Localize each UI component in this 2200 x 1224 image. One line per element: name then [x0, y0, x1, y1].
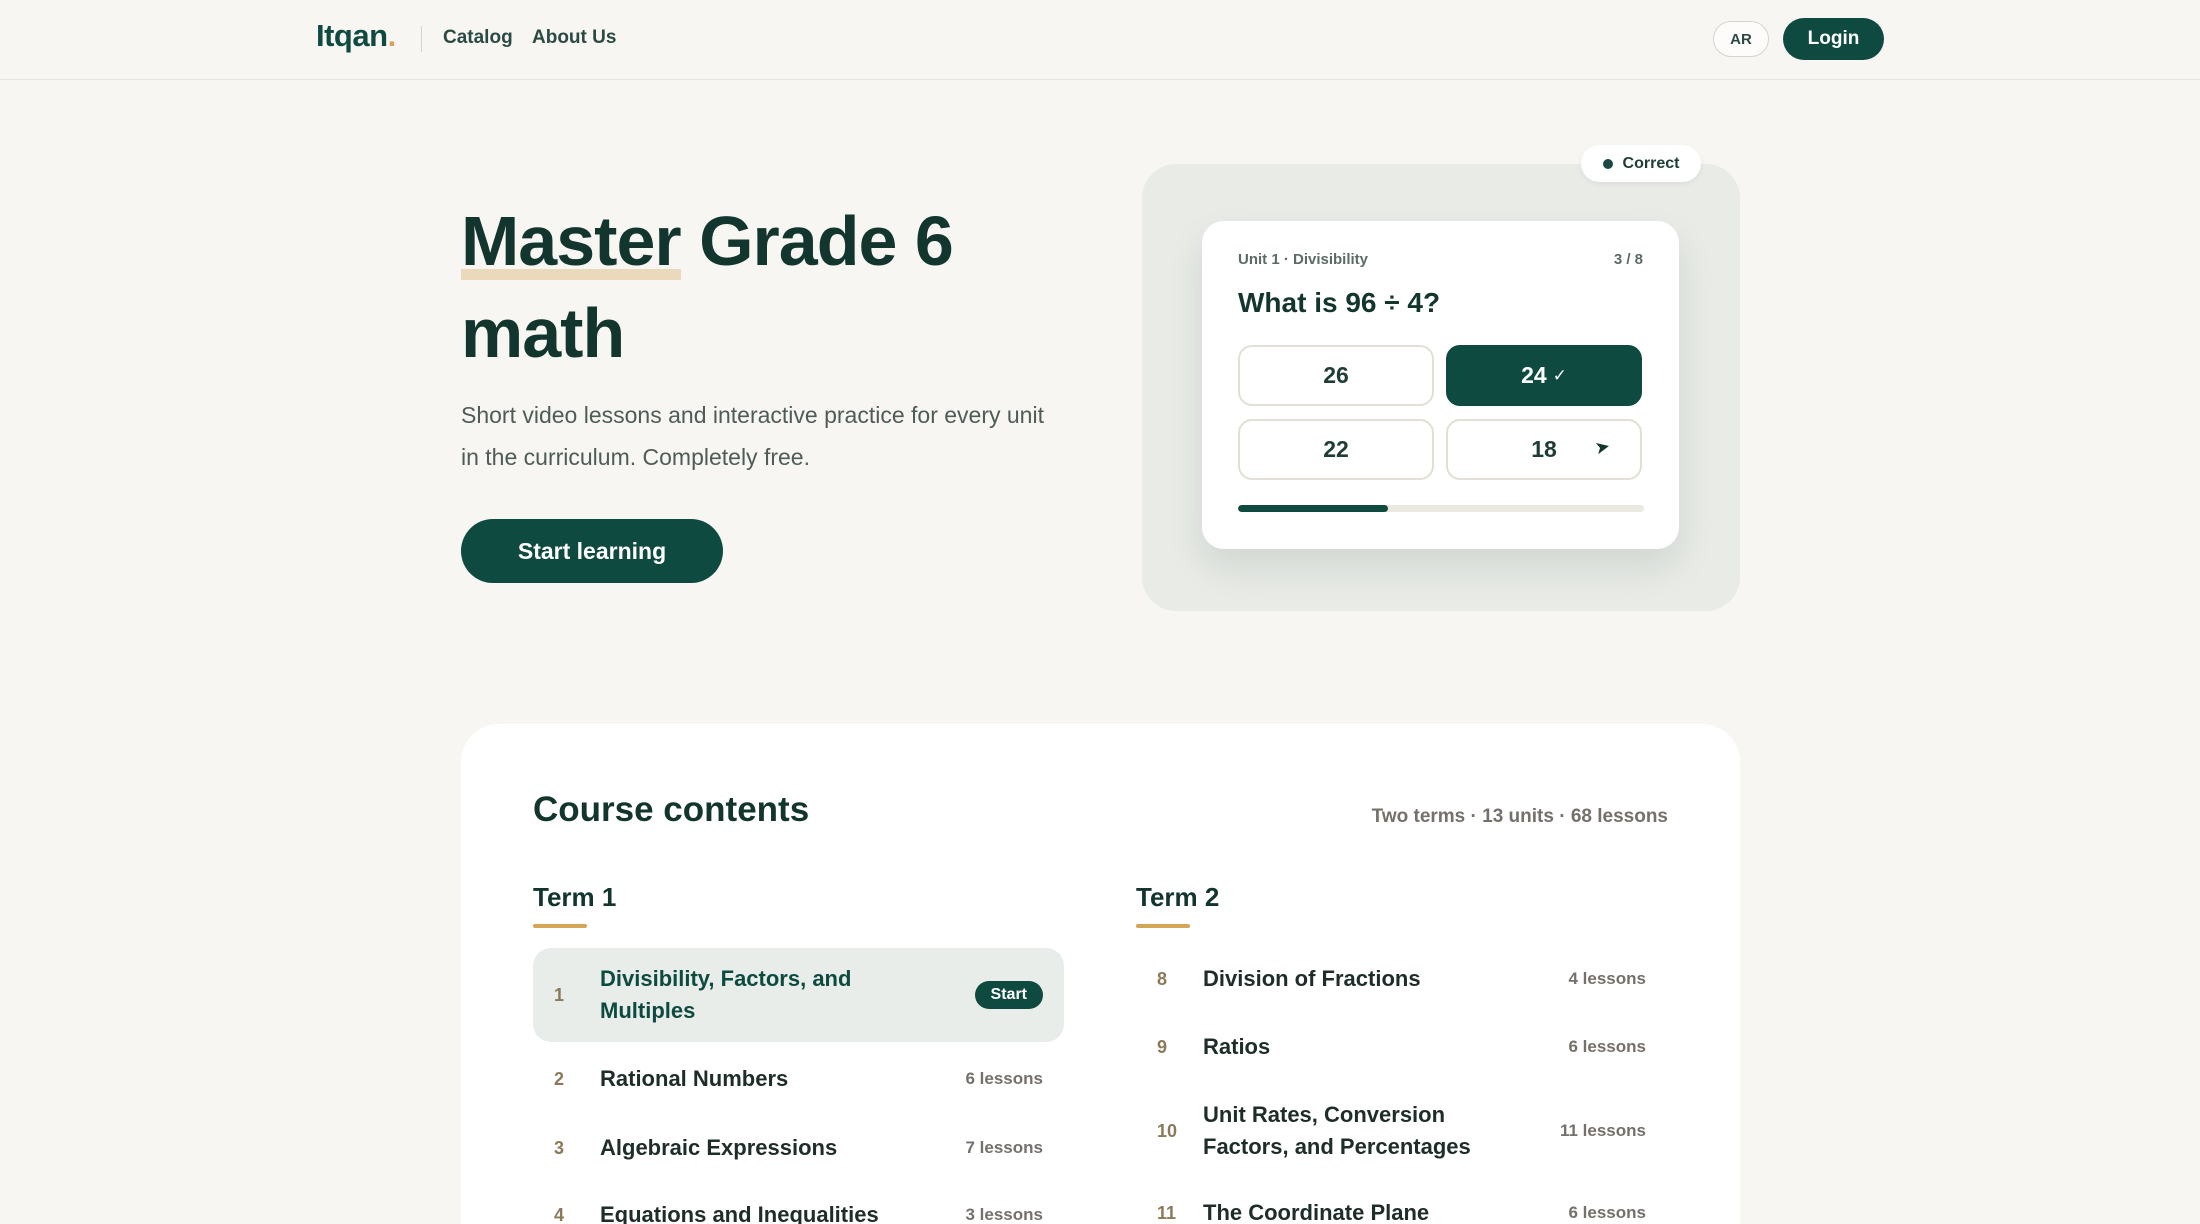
unit-lesson-count: 11 lessons [1559, 1121, 1646, 1140]
quiz-progress-fill [1238, 505, 1389, 512]
nav-about-link[interactable]: About Us [532, 27, 616, 49]
start-learning-button[interactable]: Start learning [461, 519, 723, 583]
unit-name: Algebraic Expressions [600, 1135, 838, 1160]
unit-number: 10 [1157, 1120, 1178, 1141]
unit-name: Divisibility, Factors, and Multiples [600, 966, 852, 1023]
quiz-option[interactable]: 22 [1238, 419, 1434, 480]
unit-item-4[interactable]: 4 Equations and Inequalities 3 lessons [533, 1180, 1064, 1224]
unit-number: 11 [1157, 1202, 1177, 1223]
quiz-option-label: 18 [1531, 436, 1557, 462]
unit-item-3[interactable]: 3 Algebraic Expressions 7 lessons [533, 1116, 1064, 1180]
language-toggle-button[interactable]: AR [1713, 21, 1769, 57]
quiz-option-selected[interactable]: 24 ✓ [1446, 345, 1642, 406]
quiz-option-label: 24 [1521, 362, 1547, 388]
term-title: Term 1 [533, 882, 617, 912]
unit-item-9[interactable]: 9 Ratios 6 lessons [1136, 1010, 1667, 1084]
nav-catalog-link[interactable]: Catalog [443, 27, 513, 49]
check-icon: ✓ [1552, 365, 1567, 385]
unit-list: 1 Divisibility, Factors, and Multiples S… [533, 948, 1064, 1224]
unit-name: Rational Numbers [600, 1066, 789, 1091]
top-navbar: Itqan. Catalog About Us AR Login [0, 0, 2200, 80]
cursor-arrow-icon: ➤ [1592, 435, 1612, 459]
correct-status-badge: Correct [1581, 145, 1701, 182]
hero-title: Master Grade 6 math [461, 195, 1081, 379]
term-underline [1136, 924, 1190, 928]
unit-item-8[interactable]: 8 Division of Fractions 4 lessons [1136, 948, 1667, 1010]
term-2-column: Term 2 8 Division of Fractions 4 lessons… [1136, 882, 1667, 1224]
unit-number: 9 [1157, 1036, 1168, 1057]
unit-lesson-count: 6 lessons [1568, 1203, 1647, 1222]
quiz-progress-bar [1238, 505, 1644, 512]
quiz-question-count: 3 / 8 [1613, 251, 1643, 268]
hero-subtitle: Short video lessons and interactive prac… [461, 402, 1044, 470]
term-title: Term 2 [1136, 882, 1220, 912]
unit-lesson-count: 3 lessons [965, 1205, 1044, 1224]
correct-status-label: Correct [1622, 154, 1680, 172]
unit-number: 1 [554, 984, 565, 1005]
unit-item-2[interactable]: 2 Rational Numbers 6 lessons [533, 1042, 1064, 1116]
unit-number: 2 [554, 1068, 565, 1089]
course-contents-card: Course contents Two terms · 13 units · 6… [461, 724, 1740, 1224]
quiz-option[interactable]: 26 [1238, 345, 1434, 406]
hero-title-highlight: Master [461, 202, 682, 280]
unit-name: Division of Fractions [1203, 966, 1421, 991]
course-contents-meta: Two terms · 13 units · 68 lessons [1371, 806, 1668, 827]
login-button[interactable]: Login [1783, 18, 1884, 60]
unit-name: The Coordinate Plane [1203, 1200, 1430, 1224]
unit-name: Unit Rates, Conversion Factors, and Perc… [1203, 1102, 1471, 1159]
course-contents-title: Course contents [533, 790, 810, 829]
start-badge[interactable]: Start [974, 981, 1043, 1009]
term-1-column: Term 1 1 Divisibility, Factors, and Mult… [533, 882, 1064, 1224]
unit-lesson-count: 7 lessons [965, 1138, 1044, 1157]
unit-name: Equations and Inequalities [600, 1202, 879, 1224]
unit-number: 3 [554, 1137, 565, 1158]
quiz-option[interactable]: 18 ➤ [1446, 419, 1642, 480]
quiz-option-label: 22 [1323, 436, 1349, 462]
term-underline [533, 924, 587, 928]
unit-lesson-count: 6 lessons [965, 1069, 1044, 1088]
unit-lesson-count: 4 lessons [1568, 969, 1647, 988]
logo[interactable]: Itqan. [316, 18, 396, 54]
unit-item-11[interactable]: 11 The Coordinate Plane 6 lessons [1136, 1178, 1667, 1224]
unit-number: 4 [554, 1204, 565, 1224]
unit-name: Ratios [1203, 1034, 1271, 1059]
unit-number: 8 [1157, 968, 1168, 989]
quiz-card: Unit 1 · Divisibility 3 / 8 What is 96 ÷… [1202, 221, 1679, 549]
unit-lesson-count: 6 lessons [1568, 1037, 1647, 1056]
unit-list: 8 Division of Fractions 4 lessons 9 Rati… [1136, 948, 1667, 1224]
status-dot-icon [1602, 158, 1613, 169]
nav-divider [421, 26, 422, 52]
quiz-unit-label: Unit 1 · Divisibility [1238, 251, 1369, 268]
unit-item-10[interactable]: 10 Unit Rates, Conversion Factors, and P… [1136, 1084, 1667, 1178]
quiz-question: What is 96 ÷ 4? [1238, 287, 1441, 318]
unit-item-1[interactable]: 1 Divisibility, Factors, and Multiples S… [533, 948, 1064, 1042]
quiz-option-label: 26 [1323, 362, 1349, 388]
